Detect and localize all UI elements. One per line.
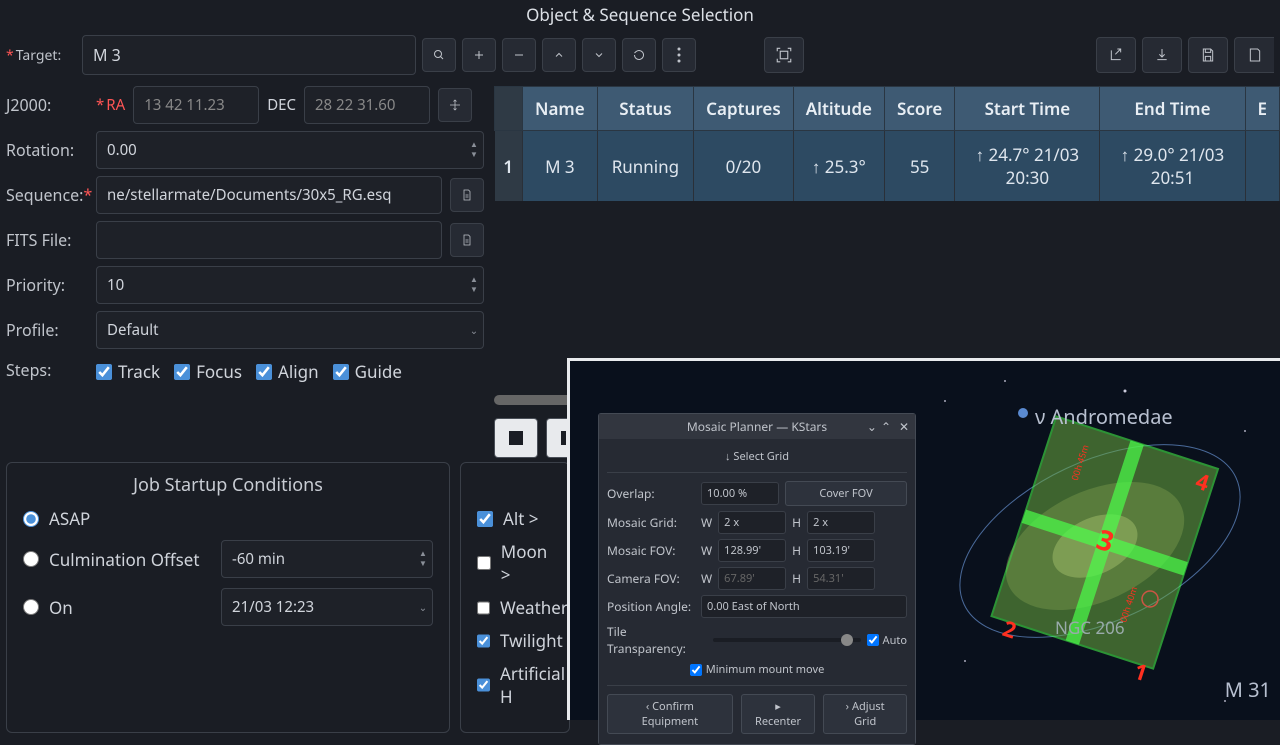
target-input[interactable] <box>82 35 416 75</box>
auto-checkbox[interactable]: Auto <box>867 633 907 648</box>
fov-h-input[interactable] <box>807 539 875 562</box>
save-button[interactable] <box>1188 37 1228 73</box>
grid-w-input[interactable] <box>718 511 786 534</box>
export-button[interactable] <box>1142 37 1182 73</box>
col-start[interactable]: Start Time <box>955 87 1100 131</box>
col-end[interactable]: End Time <box>1100 87 1245 131</box>
svg-text:4: 4 <box>1192 466 1214 499</box>
on-radio[interactable] <box>23 599 39 615</box>
col-score[interactable]: Score <box>885 87 955 131</box>
svg-text:2: 2 <box>999 613 1020 645</box>
table-row[interactable]: 1 M 3 Running 0/20 ↑ 25.3° 55 ↑ 24.7° 21… <box>495 131 1280 202</box>
artificial-checkbox[interactable] <box>477 677 490 693</box>
save-as-button[interactable] <box>1234 37 1274 73</box>
import-button[interactable] <box>1096 37 1136 73</box>
rotation-spin-down[interactable]: ▼ <box>464 150 484 160</box>
cam-w-input <box>718 567 786 590</box>
weather-checkbox[interactable] <box>477 600 490 616</box>
mosaic-planner-dialog: Mosaic Planner — KStars ⌄⌃ ✕ ↓ Select Gr… <box>598 413 916 745</box>
andromedae-label: ν Andromedae <box>1035 403 1173 430</box>
priority-spin-down[interactable]: ▼ <box>464 285 484 295</box>
profile-dropdown-icon: ⌄ <box>464 324 484 336</box>
move-down-button[interactable] <box>582 38 616 72</box>
cam-h-input <box>807 567 875 590</box>
jobs-table: Name Status Captures Altitude Score Star… <box>494 86 1280 201</box>
close-icon[interactable]: ✕ <box>899 418 909 435</box>
j2000-label: J2000: <box>6 94 88 116</box>
profile-select[interactable]: Default <box>96 311 484 349</box>
guide-checkbox[interactable]: Guide <box>333 360 402 383</box>
align-checkbox[interactable]: Align <box>256 360 319 383</box>
ngc206-label: NGC 206 <box>1055 616 1125 639</box>
dec-input[interactable] <box>304 86 430 124</box>
col-name[interactable]: Name <box>523 87 598 131</box>
col-status[interactable]: Status <box>597 87 693 131</box>
transparency-slider[interactable] <box>713 638 861 642</box>
priority-input[interactable] <box>96 266 484 304</box>
svg-text:00h 40m: 00h 40m <box>1116 585 1140 624</box>
overlap-input[interactable] <box>701 482 779 505</box>
refresh-button[interactable] <box>622 38 656 72</box>
profile-label: Profile: <box>6 319 88 341</box>
dec-label: DEC <box>267 95 296 115</box>
asap-radio[interactable] <box>23 511 39 527</box>
alt-checkbox[interactable] <box>477 511 493 527</box>
pa-input[interactable] <box>701 595 907 618</box>
sequence-browse-button[interactable] <box>450 178 484 212</box>
horizontal-scrollbar[interactable] <box>494 395 574 405</box>
grid-h-input[interactable] <box>807 511 875 534</box>
culmination-input[interactable] <box>221 540 433 578</box>
svg-text:00h 45m: 00h 45m <box>1068 443 1092 482</box>
fits-browse-button[interactable] <box>450 223 484 257</box>
col-altitude[interactable]: Altitude <box>793 87 884 131</box>
cover-fov-button[interactable]: Cover FOV <box>785 481 907 506</box>
sequence-label: Sequence:* <box>6 184 88 206</box>
priority-label: Priority: <box>6 274 88 296</box>
remove-button[interactable] <box>502 38 536 72</box>
minimize-icon[interactable]: ⌄ <box>867 418 877 435</box>
svg-text:1: 1 <box>1130 656 1151 688</box>
frame-button[interactable] <box>764 37 804 73</box>
adjust-grid-button[interactable]: › Adjust Grid <box>823 694 907 734</box>
m31-label: M 31 <box>1225 676 1271 703</box>
recenter-button[interactable]: ▸ Recenter <box>741 694 816 734</box>
window-title: Object & Sequence Selection <box>0 0 1280 29</box>
menu-button[interactable] <box>662 38 696 72</box>
move-up-button[interactable] <box>542 38 576 72</box>
fits-input[interactable] <box>96 221 442 259</box>
on-time-input[interactable] <box>221 588 433 626</box>
fits-label: FITS File: <box>6 229 88 251</box>
startup-conditions-title: Job Startup Conditions <box>23 473 433 497</box>
ra-input[interactable] <box>133 86 259 124</box>
min-move-checkbox[interactable]: Minimum mount move <box>690 662 825 677</box>
col-captures[interactable]: Captures <box>694 87 794 131</box>
select-grid-button[interactable]: ↓ Select Grid <box>725 449 789 464</box>
coords-button[interactable] <box>438 88 472 122</box>
track-checkbox[interactable]: Track <box>96 360 160 383</box>
fov-w-input[interactable] <box>718 539 786 562</box>
culmination-radio[interactable] <box>23 551 39 567</box>
moon-checkbox[interactable] <box>477 555 491 571</box>
ra-label: *RA <box>96 95 125 115</box>
add-button[interactable] <box>462 38 496 72</box>
col-extra[interactable]: E <box>1245 87 1280 131</box>
sequence-input[interactable] <box>96 176 442 214</box>
maximize-icon[interactable]: ⌃ <box>881 418 891 435</box>
rotation-input[interactable] <box>96 131 484 169</box>
mosaic-title-bar[interactable]: Mosaic Planner — KStars ⌄⌃ ✕ <box>599 414 915 439</box>
rotation-label: Rotation: <box>6 139 88 161</box>
steps-label: Steps: <box>6 359 88 381</box>
twilight-checkbox[interactable] <box>477 633 490 649</box>
focus-checkbox[interactable]: Focus <box>174 360 242 383</box>
stop-button[interactable] <box>494 418 538 458</box>
confirm-equipment-button[interactable]: ‹ Confirm Equipment <box>607 694 733 734</box>
search-button[interactable] <box>422 38 456 72</box>
target-label: *Target: <box>6 46 76 65</box>
svg-text:3: 3 <box>1092 520 1119 561</box>
